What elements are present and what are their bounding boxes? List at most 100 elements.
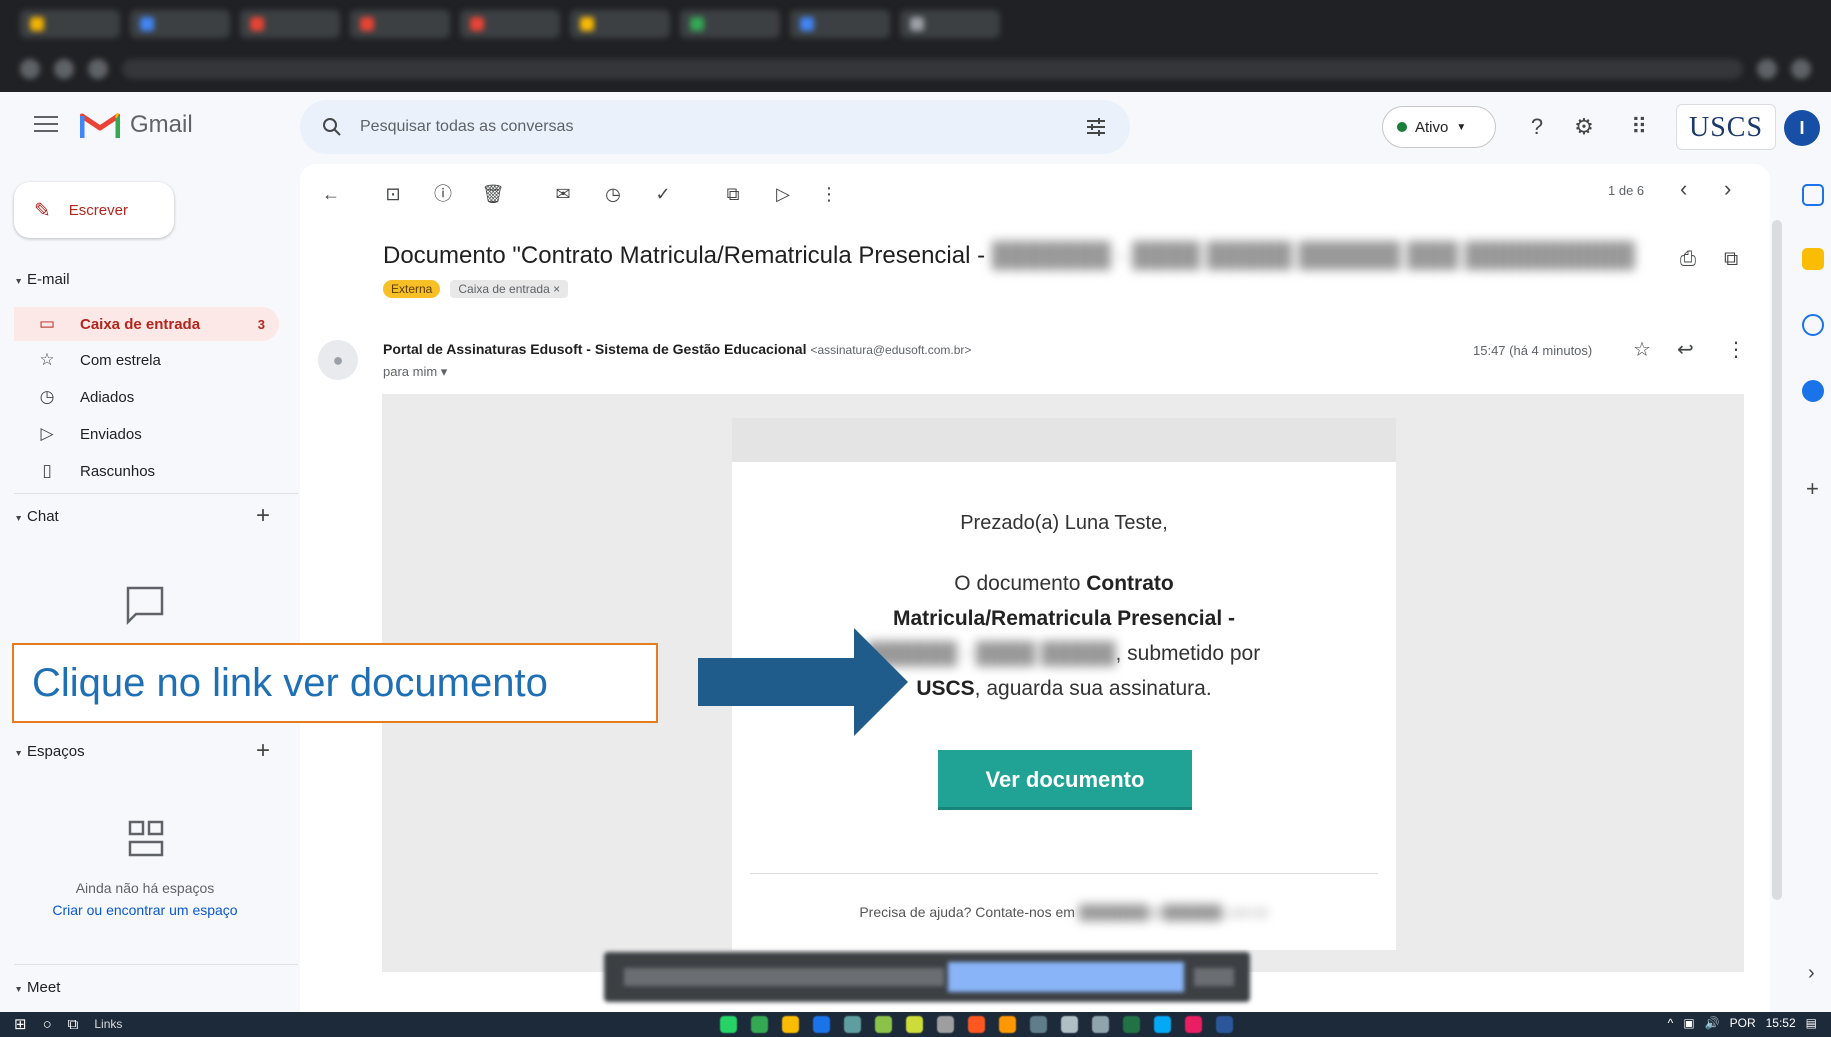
mark-unread-icon[interactable]: ✉ <box>548 174 578 214</box>
forward-icon[interactable] <box>54 59 74 79</box>
chrome-green-icon[interactable] <box>751 1016 768 1033</box>
browser-tab[interactable] <box>900 10 1000 38</box>
excel-icon[interactable] <box>1123 1016 1140 1033</box>
view-document-button[interactable]: Ver documento <box>938 750 1192 810</box>
tasks-icon[interactable] <box>1802 314 1824 336</box>
scrollbar[interactable] <box>1772 220 1782 900</box>
add-task-icon[interactable]: ✓ <box>648 174 678 214</box>
app-icon[interactable] <box>875 1016 892 1033</box>
network-icon[interactable]: ▣ <box>1683 1016 1694 1030</box>
search-input[interactable]: Pesquisar todas as conversas <box>360 118 1084 136</box>
browser-tab[interactable] <box>460 10 560 38</box>
older-chevron-icon[interactable]: › <box>1724 176 1731 202</box>
sender-name[interactable]: Portal de Assinaturas Edusoft - Sistema … <box>383 341 807 357</box>
reply-icon[interactable]: ↩ <box>1677 337 1694 362</box>
account-avatar[interactable]: I <box>1784 110 1820 146</box>
open-new-window-icon[interactable]: ⧉ <box>1724 248 1738 271</box>
create-space-link[interactable]: Criar ou encontrar um espaço <box>20 902 270 918</box>
gmail-logo[interactable]: Gmail <box>80 110 193 140</box>
add-addon-icon[interactable]: + <box>1806 476 1819 502</box>
app-icon[interactable] <box>1154 1016 1171 1033</box>
browser-tab[interactable] <box>570 10 670 38</box>
whatsapp-icon[interactable] <box>720 1016 737 1033</box>
browser-tab[interactable] <box>20 10 120 38</box>
app-icon[interactable] <box>1030 1016 1047 1033</box>
search-icon[interactable] <box>322 117 342 137</box>
browser-tab[interactable] <box>240 10 340 38</box>
app-icon[interactable] <box>906 1016 923 1033</box>
more-vert-icon[interactable]: ⋮ <box>1726 337 1746 362</box>
app-icon[interactable] <box>1092 1016 1109 1033</box>
extension-icon[interactable] <box>1757 59 1777 79</box>
contacts-icon[interactable] <box>1802 380 1824 402</box>
sender-avatar-icon[interactable]: ● <box>318 340 358 380</box>
add-chat-icon[interactable]: + <box>256 502 270 530</box>
add-space-icon[interactable]: + <box>256 737 270 765</box>
sidebar-item-sent[interactable]: ▷ Enviados <box>14 417 279 451</box>
address-bar[interactable] <box>122 59 1743 79</box>
main-menu-icon[interactable] <box>34 116 58 134</box>
app-icon[interactable] <box>968 1016 985 1033</box>
browser-tab[interactable] <box>350 10 450 38</box>
print-icon[interactable]: ⎙ <box>1680 248 1696 271</box>
section-spaces[interactable]: Espaços <box>16 743 85 760</box>
task-view-icon[interactable]: ⧉ <box>68 1016 79 1033</box>
section-chat[interactable]: Chat <box>16 508 59 525</box>
mail-icon[interactable] <box>813 1016 830 1033</box>
reload-icon[interactable] <box>88 59 108 79</box>
apps-grid-icon[interactable]: ⠿ <box>1624 112 1654 142</box>
browser-tab[interactable] <box>790 10 890 38</box>
profile-icon[interactable] <box>1791 59 1811 79</box>
recipient-dropdown[interactable]: para mim ▾ <box>383 364 447 380</box>
label-chip-external[interactable]: Externa <box>383 280 441 298</box>
tray-chevron-up-icon[interactable]: ^ <box>1668 1016 1674 1030</box>
snooze-icon[interactable]: ◷ <box>598 174 628 214</box>
delete-icon[interactable]: 🗑 <box>478 174 508 214</box>
windows-start-icon[interactable]: ⊞ <box>14 1015 27 1033</box>
word-icon[interactable] <box>1216 1016 1233 1033</box>
keep-icon[interactable] <box>1802 248 1824 270</box>
sidebar-item-drafts[interactable]: ▯ Rascunhos <box>14 454 279 488</box>
browser-tab[interactable] <box>680 10 780 38</box>
report-spam-icon[interactable]: ⓘ <box>428 174 458 214</box>
sidebar-item-snoozed[interactable]: ◷ Adiados <box>14 380 279 414</box>
org-logo[interactable]: USCS <box>1676 104 1776 150</box>
search-bar[interactable]: Pesquisar todas as conversas <box>300 100 1130 154</box>
label-chip-inbox[interactable]: Caixa de entrada × <box>450 280 569 298</box>
links-toolbar[interactable]: Links <box>94 1017 122 1031</box>
app-icon[interactable] <box>999 1016 1016 1033</box>
newer-chevron-icon[interactable]: ‹ <box>1680 176 1687 202</box>
browser-tab[interactable] <box>130 10 230 38</box>
volume-icon[interactable]: 🔊 <box>1705 1016 1720 1030</box>
calendar-icon[interactable] <box>1802 184 1824 206</box>
compose-button[interactable]: ✎ Escrever <box>14 182 174 238</box>
sidebar-item-starred[interactable]: ☆ Com estrela <box>14 343 279 377</box>
search-circle-icon[interactable]: ○ <box>43 1016 52 1033</box>
store-icon[interactable] <box>844 1016 861 1033</box>
section-meet[interactable]: Meet <box>16 979 60 996</box>
back-icon[interactable] <box>20 59 40 79</box>
label-icon[interactable]: ▷ <box>768 174 798 214</box>
clock[interactable]: 15:52 <box>1766 1016 1796 1030</box>
notifications-icon[interactable]: ▤ <box>1806 1016 1817 1030</box>
move-to-icon[interactable]: ⧉ <box>718 174 748 214</box>
help-icon[interactable]: ? <box>1522 112 1552 142</box>
sidebar-item-inbox[interactable]: ▭ Caixa de entrada 3 <box>14 307 279 341</box>
archive-icon[interactable]: ⊡ <box>378 174 408 214</box>
app-icon[interactable] <box>937 1016 954 1033</box>
search-options-icon[interactable] <box>1084 115 1108 139</box>
chrome-icon[interactable] <box>782 1016 799 1033</box>
app-icon[interactable] <box>1185 1016 1202 1033</box>
expand-panel-chevron-icon[interactable]: › <box>1808 962 1815 985</box>
app-icon[interactable] <box>1061 1016 1078 1033</box>
toast-close-button[interactable] <box>1194 968 1234 986</box>
more-vert-icon[interactable]: ⋮ <box>814 174 844 214</box>
gear-icon[interactable]: ⚙ <box>1569 112 1599 142</box>
back-arrow-icon[interactable]: ← <box>316 174 346 214</box>
section-email[interactable]: E-mail <box>16 271 70 288</box>
star-icon[interactable]: ☆ <box>1633 337 1651 362</box>
help-email-redacted[interactable]: ███████@██████.com.br <box>1079 904 1269 920</box>
language-indicator[interactable]: POR <box>1730 1016 1756 1030</box>
status-dropdown[interactable]: Ativo ▼ <box>1382 106 1496 148</box>
toast-action-button[interactable] <box>948 962 1184 992</box>
